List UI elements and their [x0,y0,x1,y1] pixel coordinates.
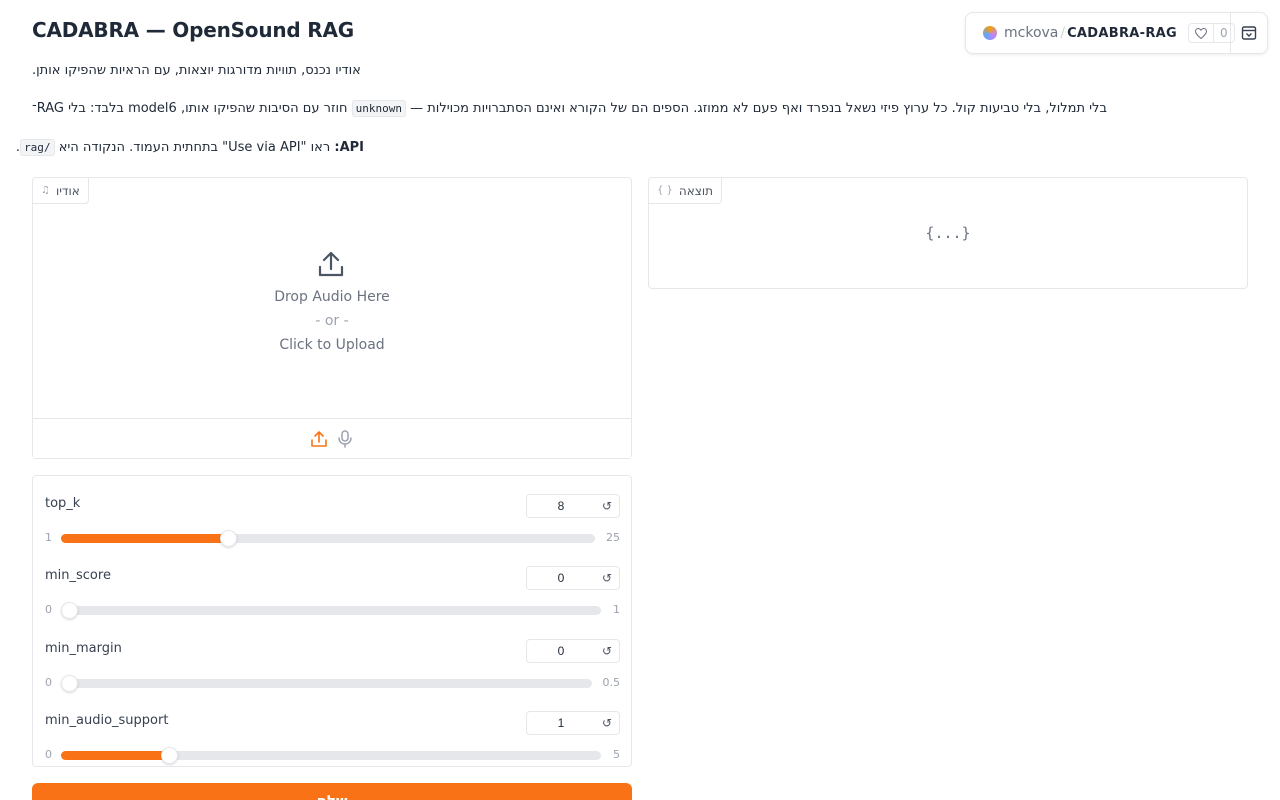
slider-min-audio-support: min_audio_support 1 ↺ 0 5 [45,701,620,767]
unknown-code: unknown [351,100,406,117]
slider-thumb[interactable] [219,530,237,547]
number-input[interactable]: 0 [526,639,596,663]
intro-text: אודיו נכנס, תוויות מדורגות יוצאות, עם הר… [32,63,361,78]
slider-label: min_score [45,568,111,583]
slider-track[interactable] [61,675,592,692]
api-label: API: [334,140,364,155]
upload-source-icon[interactable] [310,430,328,448]
slider-track[interactable] [61,602,601,619]
microphone-icon[interactable] [337,430,353,448]
number-input[interactable]: 1 [526,711,596,735]
slider-label: min_audio_support [45,713,169,728]
slider-label: top_k [45,496,81,511]
slider-min-margin: min_margin 0 ↺ 0 0.5 [45,629,620,695]
reset-icon[interactable]: ↺ [595,566,620,590]
slider-track[interactable] [61,530,595,547]
description-line: בלי תמלול, בלי טביעות קול. כל ערוץ פיזי … [32,100,1112,117]
collapse-icon[interactable] [1241,25,1257,41]
output-label: { } תוצאה [648,177,723,204]
space-repo-link[interactable]: CADABRA-RAG [1067,26,1177,41]
slider-thumb[interactable] [61,602,78,619]
slider-min: 0 [45,676,52,689]
intro-line: אודיו נכנס, תוויות מדורגות יוצאות, עם הר… [32,63,362,78]
music-note-icon: ♫ [41,185,50,196]
slider-min: 0 [45,748,52,761]
or-text: - or - [315,313,349,329]
slider-min: 1 [45,531,52,544]
space-slash: / [1060,25,1066,41]
badge-divider [1230,13,1231,53]
slider-max: 1 [613,603,620,616]
page-title: CADABRA — OpenSound RAG [32,18,355,42]
output-label-text: תוצאה [678,183,714,198]
audio-label: ♫ אודיו [32,177,89,204]
reset-icon[interactable]: ↺ [595,494,620,518]
audio-label-text: אודיו [55,183,80,198]
space-owner-link[interactable]: mckova [1004,25,1058,41]
braces-icon: { } [657,185,673,196]
reset-icon[interactable]: ↺ [595,639,620,663]
click-upload-text: Click to Upload [279,337,385,353]
json-placeholder: {...} [925,224,971,242]
slider-label: min_margin [45,641,122,656]
slider-max: 0.5 [602,676,621,689]
parameters-panel: top_k 8 ↺ 1 25 min_score 0 ↺ 0 1 min_mar… [32,475,632,767]
audio-source-bar [33,418,631,458]
heart-icon [1189,24,1214,42]
slider-max: 5 [613,748,620,761]
slider-fill [61,751,169,760]
slider-top-k: top_k 8 ↺ 1 25 [45,484,620,550]
number-input[interactable]: 0 [526,566,596,590]
slider-max: 25 [606,531,620,544]
space-avatar-icon [983,26,997,40]
slider-track[interactable] [61,747,601,764]
slider-thumb[interactable] [161,747,178,764]
audio-drop-zone[interactable]: Drop Audio Here - or - Click to Upload [33,178,631,418]
slider-fill [61,534,228,543]
api-text-a: ראו "Use via API" בתחתית העמוד. הנקודה ה… [54,140,335,155]
description-text-b: חוזר עם הסיבות שהפיקו אותו, model6 בלבד:… [32,101,352,116]
output-panel: { } תוצאה {...} [648,177,1248,289]
api-line: API: ראו "Use via API" בתחתית העמוד. הנק… [16,139,364,156]
upload-icon [316,249,346,279]
submit-button[interactable]: שלח [32,783,632,800]
number-input[interactable]: 8 [526,494,596,518]
rag-endpoint-code: /rag [20,139,55,156]
slider-min-score: min_score 0 ↺ 0 1 [45,556,620,622]
reset-icon[interactable]: ↺ [595,711,620,735]
slider-min: 0 [45,603,52,616]
slider-thumb[interactable] [61,675,78,692]
like-button[interactable]: 0 [1187,23,1235,43]
drop-audio-text: Drop Audio Here [274,289,390,305]
space-badge: mckova / CADABRA-RAG 0 [965,12,1268,54]
audio-input-panel: Drop Audio Here - or - Click to Upload ♫… [32,177,632,459]
description-text-a: בלי תמלול, בלי טביעות קול. כל ערוץ פיזי … [406,101,1107,116]
